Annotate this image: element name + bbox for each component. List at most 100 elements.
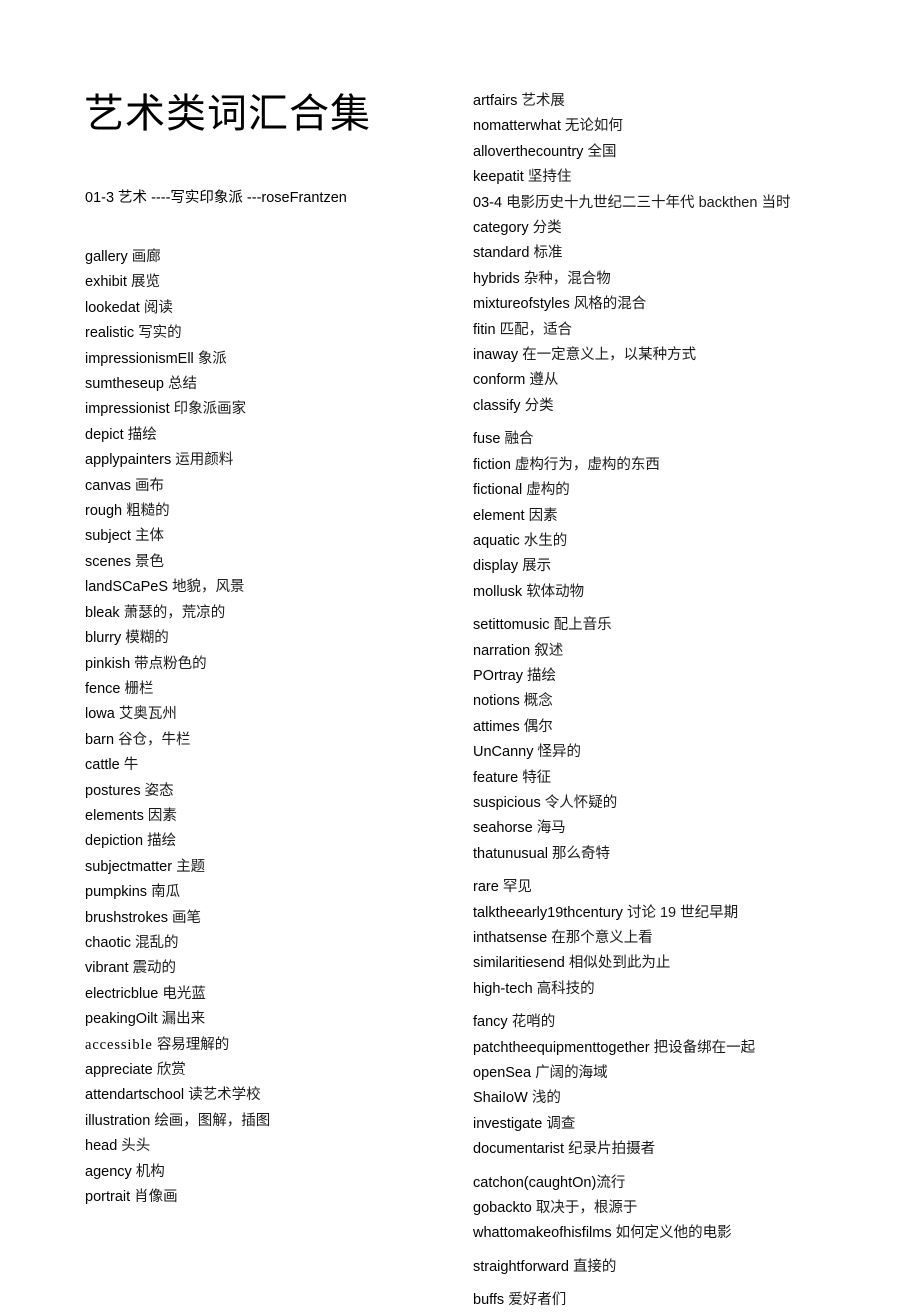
entry-gloss: 栅栏 [124,680,154,697]
entry-gloss: 画笔 [172,909,202,926]
entry-gloss: 象派 [197,350,227,367]
entry-gloss: 艾奥瓦州 [118,706,177,723]
entry-gloss: 展览 [130,274,160,291]
entry-term: display [473,558,519,575]
entry-gloss: 标准 [533,245,563,262]
vocabulary-entry: high-tech 高科技的 [473,977,831,1002]
entry-term: subject [85,528,131,545]
vocabulary-entry: electricblue 电光蓝 [85,982,455,1007]
entry-gloss: 怪异的 [537,744,581,761]
entry-gloss: 描绘 [127,426,157,443]
vocabulary-entry: fence 栅栏 [85,677,455,702]
vocabulary-entry: fancy 花哨的 [473,1010,831,1035]
vocabulary-entry: 03-4 电影历史十九世纪二三十年代 backthen 当时 [473,191,831,216]
vocabulary-list-right: artfairs 艺术展 nomatterwhat 无论如何 alloverthec… [473,89,831,1314]
vocabulary-entry: feature 特征 [473,766,831,791]
entry-gloss: 花哨的 [511,1014,556,1031]
entry-term: notions [473,693,520,710]
entry-gloss: 电影历史十九世纪二三十年代 backthen 当时 [506,194,791,211]
entry-term: canvas [85,477,131,494]
vocabulary-entry: mollusk 软体动物 [473,580,831,605]
entry-gloss: 震动的 [132,960,177,977]
vocabulary-entry: conform 遵从 [473,368,831,393]
entry-term: high-tech [473,980,533,997]
entry-gloss: 风格的混合 [573,296,647,313]
entry-gloss: 全国 [587,143,617,160]
entry-gloss: 总结 [168,376,198,393]
vocabulary-entry: agency 机构 [85,1160,455,1185]
entry-term: artfairs [473,93,518,109]
entry-gloss: 电光蓝 [162,985,206,1002]
entry-term: 03-4 [473,194,503,211]
vocabulary-entry: postures 姿态 [85,779,455,804]
entry-gloss: 遵从 [529,372,559,389]
entry-term: catchon(caughtOn) [473,1174,597,1191]
entry-gloss: 虚构的 [526,482,570,499]
entry-term: electricblue [85,985,159,1002]
vocabulary-entry: brushstrokes 画笔 [85,906,455,931]
entry-gloss: 在一定意义上，以某种方式 [522,347,697,364]
vocabulary-entry: inaway 在一定意义上，以某种方式 [473,343,831,368]
entry-term: vibrant [85,960,129,977]
vocabulary-entry: narration 叙述 [473,639,831,664]
entry-gloss: 罕见 [502,879,532,896]
entry-gloss: 混乱的 [134,934,179,951]
entry-term: investigate [473,1115,543,1132]
entry-gloss: 如何定义他的电影 [615,1225,732,1242]
entry-term: accessible [85,1036,153,1053]
entry-term: straightforward [473,1258,569,1275]
entry-term: lowa [85,706,115,723]
vocabulary-entry: impressionist 印象派画家 [85,397,455,422]
vocabulary-entry: appreciate 欣赏 [85,1058,455,1083]
entry-gloss: 描绘 [147,833,177,850]
entry-gloss: 主体 [134,528,164,545]
entry-gloss: 杂种，混合物 [523,270,611,287]
vocabulary-entry: subjectmatter 主题 [85,855,455,880]
entry-gloss: 因素 [528,507,558,524]
vocabulary-entry: portrait 肖像画 [85,1185,455,1210]
vocabulary-entry: bleak 萧瑟的，荒凉的 [85,601,455,626]
entry-gloss: 写实的 [138,325,182,342]
vocabulary-entry: whattomakeofhisfilms 如何定义他的电影 [473,1221,831,1246]
entry-term: fictional [473,482,523,499]
entry-term: classify [473,397,521,414]
entry-term: buffs [473,1292,505,1309]
entry-term: fuse [473,431,501,448]
vocabulary-entry: element 因素 [473,504,831,529]
entry-gloss: 那么奇特 [552,845,611,862]
entry-term: mixtureofstyles [473,296,570,313]
vocabulary-entry: nomatterwhat 无论如何 [473,114,831,139]
entry-term: brushstrokes [85,909,169,926]
entry-term: bleak [85,604,120,621]
entry-gloss: 相似处到此为止 [568,955,671,972]
page-title: 艺术类词汇合集 [84,91,371,136]
entry-term: mollusk [473,583,523,600]
vocabulary-entry: accessible 容易理解的 [85,1033,455,1058]
entry-term: gobackto [473,1200,532,1217]
entry-gloss: 概念 [523,693,553,710]
entry-gloss: 容易理解的 [156,1036,230,1053]
vocabulary-entry: applypainters 运用颜料 [85,448,455,473]
entry-gloss: 模糊的 [125,630,169,647]
vocabulary-entry: exhibit 展览 [85,270,455,295]
entry-term: lookedat [85,299,140,316]
entry-gloss: 配上音乐 [553,617,612,634]
vocabulary-entry: fuse 融合 [473,427,831,452]
entry-gloss: 软体动物 [526,583,585,600]
entry-term: UnCanny [473,744,534,761]
vocabulary-entry: ShaiIoW 浅的 [473,1086,831,1111]
entry-term: barn [85,731,115,748]
entry-gloss: 海马 [536,820,566,837]
document-subtitle: 01-3 艺术 ----写实印象派 ---roseFrantzen [85,190,347,206]
entry-gloss: 虚构行为，虚构的东西 [514,456,660,473]
entry-gloss: 谷仓，牛栏 [118,731,191,748]
entry-term: depict [85,426,124,443]
vocabulary-entry: seahorse 海马 [473,816,831,841]
entry-term: narration [473,642,531,659]
vocabulary-entry: pumpkins 南瓜 [85,880,455,905]
vocabulary-entry: display 展示 [473,554,831,579]
vocabulary-entry: investigate 调查 [473,1112,831,1137]
entry-term: patchtheequipmenttogether [473,1039,650,1056]
entry-gloss: 直接的 [572,1258,617,1275]
vocabulary-entry: illustration 绘画，图解，插图 [85,1109,455,1134]
